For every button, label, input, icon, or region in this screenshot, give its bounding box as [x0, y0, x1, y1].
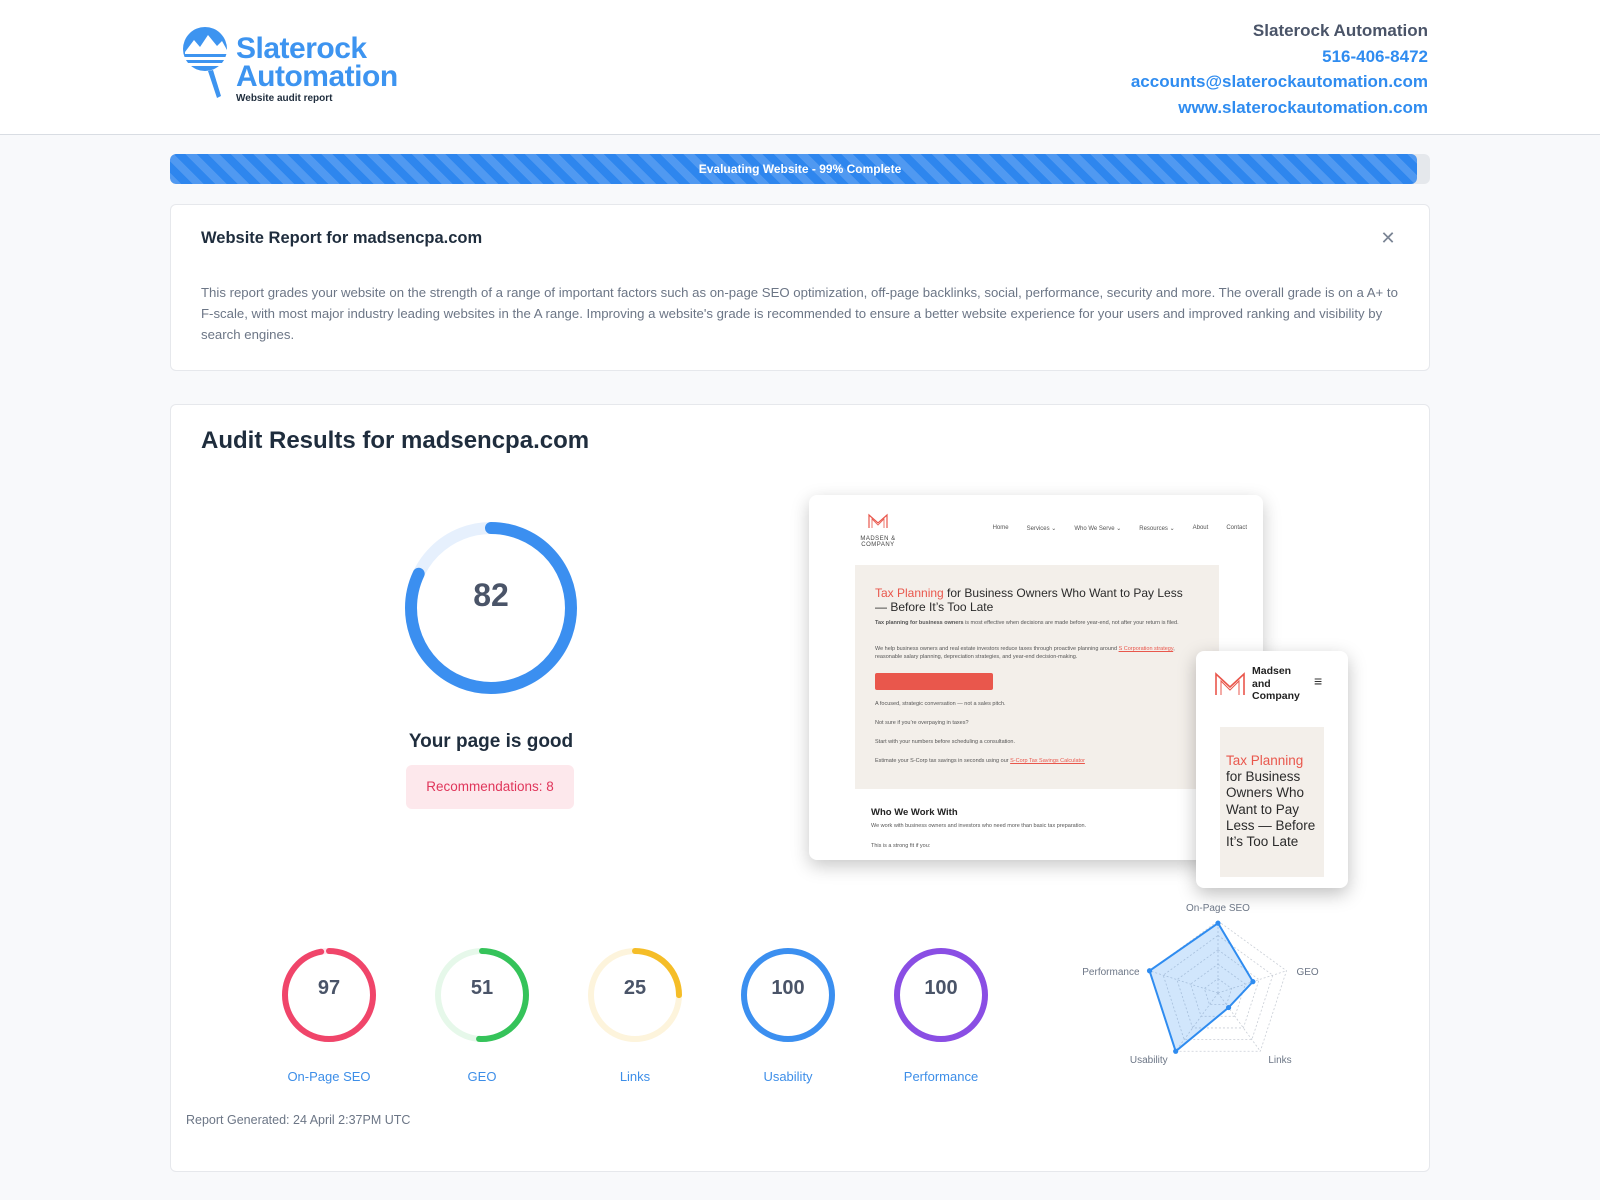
close-icon[interactable]: ✕	[1377, 227, 1399, 249]
brand-logo[interactable]: Slaterock Automation Website audit repor…	[180, 22, 430, 104]
contact-info: Slaterock Automation 516-406-8472 accoun…	[1131, 18, 1428, 120]
p2-link: S Corporation strategy	[1118, 646, 1174, 652]
mobile-hero: Tax Planning for Business Owners Who Wan…	[1220, 727, 1324, 877]
radar-data-area	[1148, 921, 1255, 1053]
category-score-value: 100	[771, 977, 805, 999]
overall-score: 82	[473, 577, 509, 613]
category-score-label[interactable]: Links	[565, 1069, 705, 1084]
radar-axis-label: On-Page SEO	[1186, 903, 1250, 914]
mobile-site-name-line: Company	[1252, 690, 1300, 702]
site-nav: Home Services ⌄ Who We Serve ⌄ Resources…	[993, 525, 1247, 532]
hero-accent: Tax Planning	[875, 586, 944, 600]
radar-axis-label: GEO	[1296, 967, 1318, 978]
site-line: Estimate your S-Corp tax savings in seco…	[875, 757, 1195, 765]
site-line: A focused, strategic conversation — not …	[875, 701, 1006, 707]
site-nav-item: Services ⌄	[1026, 526, 1057, 532]
category-radar-chart: On-Page SEO GEO Links Usability Performance	[1082, 903, 1319, 1066]
radar-data-point	[1146, 968, 1153, 974]
header: Slaterock Automation Website audit repor…	[0, 0, 1600, 135]
site-nav-item: About	[1192, 525, 1209, 531]
score-verdict: Your page is good	[408, 731, 574, 752]
radar-axis-label: Performance	[1082, 967, 1140, 978]
site-hero: Tax Planning for Business Owners Who Wan…	[855, 565, 1219, 789]
mobile-screenshot-preview: Madsen and Company ≡ Tax Planning for Bu…	[1196, 651, 1348, 888]
category-score-value: 97	[317, 977, 341, 999]
site-nav-item: Contact	[1226, 525, 1247, 531]
progress-label: Evaluating Website - 99% Complete	[698, 162, 902, 176]
p2-before: We help business owners and real estate …	[875, 646, 1119, 652]
radar-data-point	[1215, 920, 1221, 926]
site-nav-item: Who We Serve ⌄	[1074, 526, 1122, 532]
evaluation-progress-bar: Evaluating Website - 99% Complete	[170, 154, 1430, 184]
mobile-site-name: Madsen and Company	[1252, 665, 1300, 703]
site-logo: MADSEN & COMPANY	[843, 513, 913, 548]
site-logo-name: MADSEN & COMPANY	[860, 536, 896, 548]
brand-tagline: Website audit report	[236, 93, 333, 104]
line4-link: S-Corp Tax Savings Calculator	[1010, 758, 1085, 764]
radar-data-point	[1173, 1048, 1179, 1054]
audit-title: Audit Results for madsencpa.com	[201, 427, 590, 454]
site-section-title: Who We Work With	[871, 807, 958, 818]
phone-link[interactable]: 516-406-8472	[1131, 44, 1428, 70]
site-line: Start with your numbers before schedulin…	[875, 739, 1016, 745]
email-link[interactable]: accounts@slaterockautomation.com	[1131, 69, 1428, 95]
hamburger-menu-icon: ≡	[1314, 673, 1323, 689]
site-m-logo-icon	[868, 513, 888, 528]
website-link[interactable]: www.slaterockautomation.com	[1131, 95, 1428, 121]
radar-data-point	[1250, 979, 1256, 985]
report-intro-card: Website Report for madsencpa.com ✕ This …	[170, 204, 1430, 371]
mobile-hero-rest: for Business Owners Who Want to Pay Less…	[1226, 769, 1316, 850]
company-name: Slaterock Automation	[1252, 21, 1428, 40]
report-generated-timestamp: Report Generated: 24 April 2:37PM UTC	[186, 1113, 411, 1127]
site-section-text-2: This is a strong fit if you:	[871, 843, 931, 849]
audit-results-card: Audit Results for madsencpa.com 82 Your …	[170, 404, 1430, 1172]
report-title: Website Report for madsencpa.com	[201, 229, 483, 247]
desktop-screenshot-preview: MADSEN & COMPANY Home Services ⌄ Who We …	[809, 495, 1263, 860]
site-line: Not sure if you’re overpaying in taxes?	[875, 720, 969, 726]
category-score-value: 25	[623, 977, 647, 999]
mobile-m-logo-icon	[1215, 672, 1245, 695]
recommendations-button[interactable]: Recommendations: 8	[406, 765, 574, 809]
category-score-label[interactable]: On-Page SEO	[259, 1069, 399, 1084]
p1-bold: Tax planning for business owners	[875, 620, 964, 626]
radar-axis-label: Usability	[1130, 1055, 1168, 1066]
site-cta-button	[875, 673, 993, 690]
radar-data-point	[1225, 1004, 1232, 1011]
category-score-value: 100	[924, 977, 958, 999]
site-hero-paragraph: Tax planning for business owners is most…	[875, 619, 1195, 627]
site-hero-heading: Tax Planning for Business Owners Who Wan…	[875, 586, 1185, 614]
mobile-hero-accent: Tax Planning	[1226, 753, 1304, 768]
mobile-site-name-line: Madsen	[1252, 665, 1292, 677]
category-score-label[interactable]: Performance	[871, 1069, 1011, 1084]
site-nav-item: Home	[992, 525, 1009, 531]
p1-rest: is most effective when decisions are mad…	[963, 620, 1179, 626]
category-score-value: 51	[470, 977, 494, 999]
mobile-site-name-line: and	[1252, 677, 1271, 690]
site-hero-paragraph: We help business owners and real estate …	[875, 645, 1195, 661]
site-section-text: We work with business owners and investo…	[871, 823, 1087, 829]
line4-before: Estimate your S-Corp tax savings in seco…	[875, 758, 1011, 764]
site-nav-item: Resources ⌄	[1139, 526, 1175, 532]
brand-name-line-2: Automation	[236, 60, 398, 93]
category-score-label[interactable]: GEO	[412, 1069, 552, 1084]
category-score-label[interactable]: Usability	[718, 1069, 858, 1084]
radar-axis-label: Links	[1268, 1055, 1291, 1066]
logo-mountain-magnifier-icon	[183, 27, 227, 98]
mobile-hero-heading: Tax Planning for Business Owners Who Wan…	[1226, 753, 1322, 850]
report-description: This report grades your website on the s…	[201, 285, 1398, 342]
